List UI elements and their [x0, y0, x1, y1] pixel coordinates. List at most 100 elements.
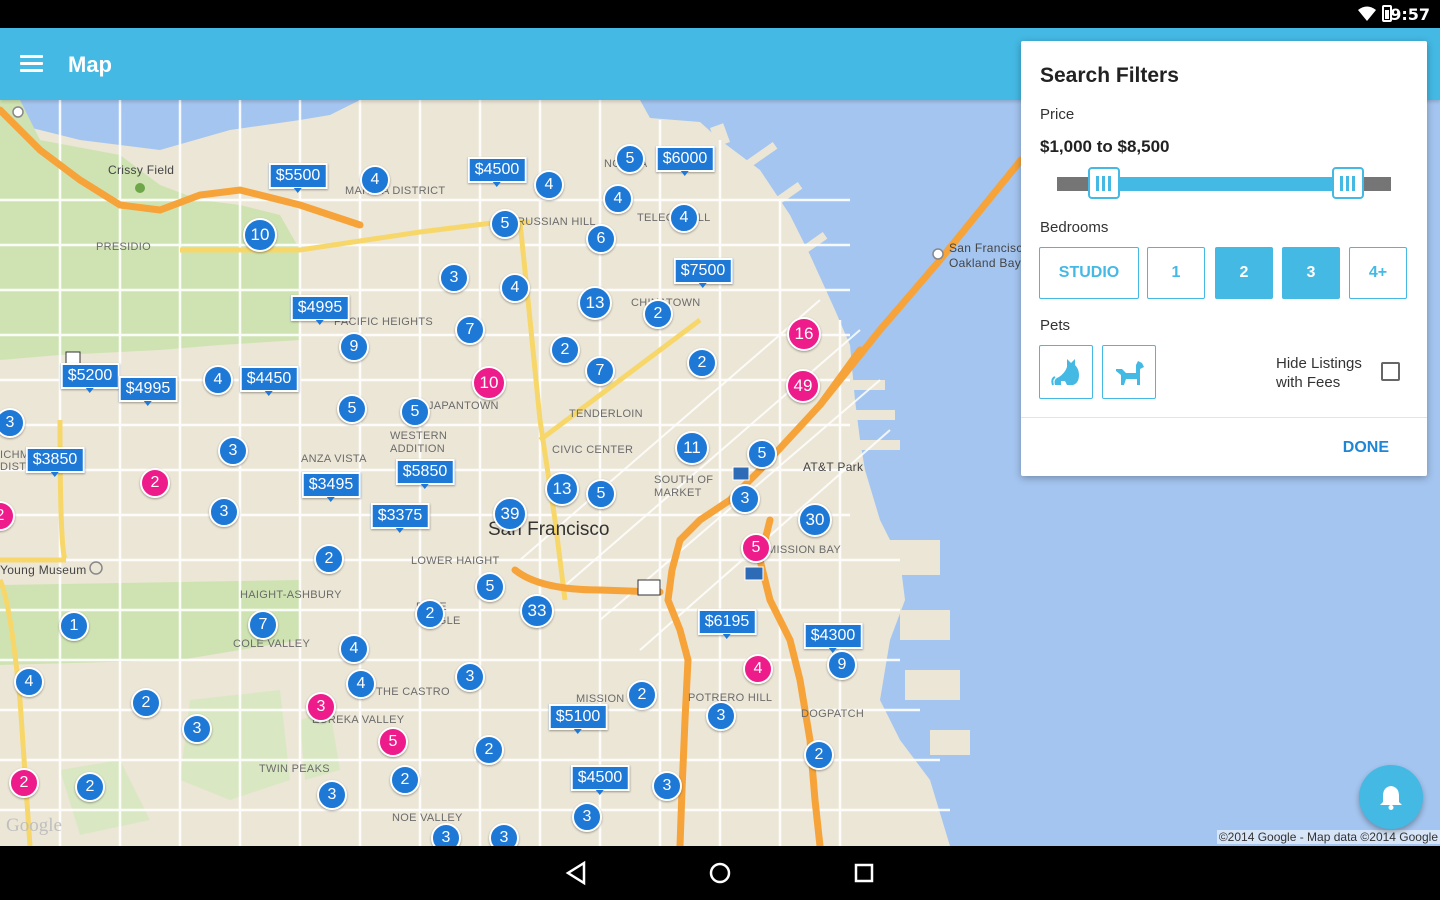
- cluster-marker[interactable]: 6: [586, 224, 616, 254]
- cluster-marker[interactable]: 2: [474, 735, 504, 765]
- cluster-marker[interactable]: 39: [493, 497, 527, 531]
- price-marker[interactable]: $4450: [239, 366, 299, 396]
- cluster-marker[interactable]: 13: [578, 286, 612, 320]
- cluster-marker[interactable]: 3: [218, 436, 248, 466]
- cluster-marker[interactable]: 3: [431, 823, 461, 846]
- cluster-marker[interactable]: 3: [652, 771, 682, 801]
- cluster-marker[interactable]: 3: [455, 662, 485, 692]
- cluster-marker[interactable]: 4: [603, 184, 633, 214]
- cluster-marker[interactable]: 33: [520, 594, 554, 628]
- cluster-marker[interactable]: 4: [743, 654, 773, 684]
- cluster-marker[interactable]: 2: [643, 299, 673, 329]
- price-min-handle[interactable]: [1087, 167, 1120, 199]
- price-max-handle[interactable]: [1331, 167, 1364, 199]
- cluster-marker[interactable]: 3: [572, 802, 602, 832]
- price-range-slider[interactable]: [1057, 167, 1391, 199]
- map-label-att-park: AT&T Park: [803, 460, 864, 474]
- cluster-marker[interactable]: 16: [787, 317, 821, 351]
- price-range-value: $1,000 to $8,500: [1040, 137, 1170, 156]
- cluster-marker[interactable]: 7: [248, 610, 278, 640]
- back-icon[interactable]: [562, 859, 590, 887]
- cluster-marker[interactable]: 3: [730, 484, 760, 514]
- cluster-marker[interactable]: 9: [827, 650, 857, 680]
- cluster-marker[interactable]: 5: [490, 209, 520, 239]
- price-marker[interactable]: $7500: [673, 258, 733, 288]
- cluster-marker[interactable]: 5: [378, 727, 408, 757]
- dog-icon: [1116, 361, 1144, 385]
- cluster-marker[interactable]: 5: [747, 439, 777, 469]
- map-label-mission-bay: MISSION BAY: [767, 544, 841, 556]
- cluster-marker[interactable]: 2: [9, 768, 39, 798]
- price-marker[interactable]: $5100: [548, 704, 608, 734]
- bedroom-option-4-plus[interactable]: 4+: [1349, 247, 1407, 299]
- bedroom-option-3[interactable]: 3: [1282, 247, 1340, 299]
- price-marker[interactable]: $4995: [118, 376, 178, 406]
- cluster-marker[interactable]: 4: [360, 165, 390, 195]
- cluster-marker[interactable]: 2: [550, 335, 580, 365]
- cluster-marker[interactable]: 3: [706, 701, 736, 731]
- cluster-marker[interactable]: 5: [615, 144, 645, 174]
- cluster-marker[interactable]: 3: [439, 263, 469, 293]
- price-marker[interactable]: $6000: [655, 146, 715, 176]
- bedroom-option-1[interactable]: 1: [1147, 247, 1205, 299]
- cluster-marker[interactable]: 5: [400, 397, 430, 427]
- cluster-marker[interactable]: 2: [314, 544, 344, 574]
- hide-fees-checkbox[interactable]: [1381, 362, 1400, 381]
- price-marker[interactable]: $5500: [268, 163, 328, 193]
- bedroom-option-2[interactable]: 2: [1215, 247, 1273, 299]
- cluster-marker[interactable]: 4: [203, 365, 233, 395]
- cluster-marker[interactable]: 9: [339, 332, 369, 362]
- cluster-marker[interactable]: 2: [687, 348, 717, 378]
- bedroom-option-studio[interactable]: STUDIO: [1039, 247, 1139, 299]
- cluster-marker[interactable]: 2: [804, 740, 834, 770]
- price-marker[interactable]: $5200: [60, 363, 120, 393]
- cluster-marker[interactable]: 4: [500, 273, 530, 303]
- recents-icon[interactable]: [850, 859, 878, 887]
- price-marker[interactable]: $4500: [570, 765, 630, 795]
- cluster-marker[interactable]: 3: [489, 823, 519, 846]
- cluster-marker[interactable]: 13: [545, 472, 579, 506]
- cluster-marker[interactable]: 4: [339, 634, 369, 664]
- price-marker[interactable]: $5850: [395, 459, 455, 489]
- cluster-marker[interactable]: 3: [182, 714, 212, 744]
- cluster-marker[interactable]: 4: [669, 203, 699, 233]
- price-marker[interactable]: $3850: [25, 447, 85, 477]
- cluster-marker[interactable]: 1: [59, 611, 89, 641]
- cluster-marker[interactable]: 10: [243, 218, 277, 252]
- cluster-marker[interactable]: 4: [346, 669, 376, 699]
- price-marker[interactable]: $4300: [803, 623, 863, 653]
- cluster-marker[interactable]: 3: [306, 692, 336, 722]
- alert-fab-button[interactable]: [1359, 765, 1423, 829]
- cluster-marker[interactable]: 2: [131, 688, 161, 718]
- cluster-marker[interactable]: 5: [475, 572, 505, 602]
- price-marker[interactable]: $4995: [290, 295, 350, 325]
- done-button[interactable]: DONE: [1343, 439, 1389, 457]
- price-marker[interactable]: $4500: [467, 157, 527, 187]
- cluster-marker[interactable]: 2: [627, 680, 657, 710]
- cluster-marker[interactable]: 10: [472, 366, 506, 400]
- pet-cat-button[interactable]: [1039, 345, 1093, 399]
- price-marker[interactable]: $3495: [301, 472, 361, 502]
- hamburger-menu-icon[interactable]: [20, 55, 43, 73]
- home-icon[interactable]: [706, 859, 734, 887]
- cluster-marker[interactable]: 11: [675, 431, 709, 465]
- bell-icon: [1380, 786, 1402, 810]
- cluster-marker[interactable]: 5: [741, 533, 771, 563]
- cluster-marker[interactable]: 4: [14, 667, 44, 697]
- cluster-marker[interactable]: 3: [317, 780, 347, 810]
- cluster-marker[interactable]: 7: [455, 315, 485, 345]
- cluster-marker[interactable]: 7: [585, 356, 615, 386]
- cluster-marker[interactable]: 3: [209, 497, 239, 527]
- cluster-marker[interactable]: 30: [798, 503, 832, 537]
- cluster-marker[interactable]: 2: [140, 468, 170, 498]
- cluster-marker[interactable]: 2: [390, 765, 420, 795]
- cluster-marker[interactable]: 2: [415, 599, 445, 629]
- pet-dog-button[interactable]: [1102, 345, 1156, 399]
- cluster-marker[interactable]: 49: [786, 369, 820, 403]
- cluster-marker[interactable]: 4: [534, 170, 564, 200]
- cluster-marker[interactable]: 5: [337, 394, 367, 424]
- cluster-marker[interactable]: 5: [586, 479, 616, 509]
- cluster-marker[interactable]: 2: [75, 772, 105, 802]
- price-marker[interactable]: $3375: [370, 503, 430, 533]
- price-marker[interactable]: $6195: [697, 609, 757, 639]
